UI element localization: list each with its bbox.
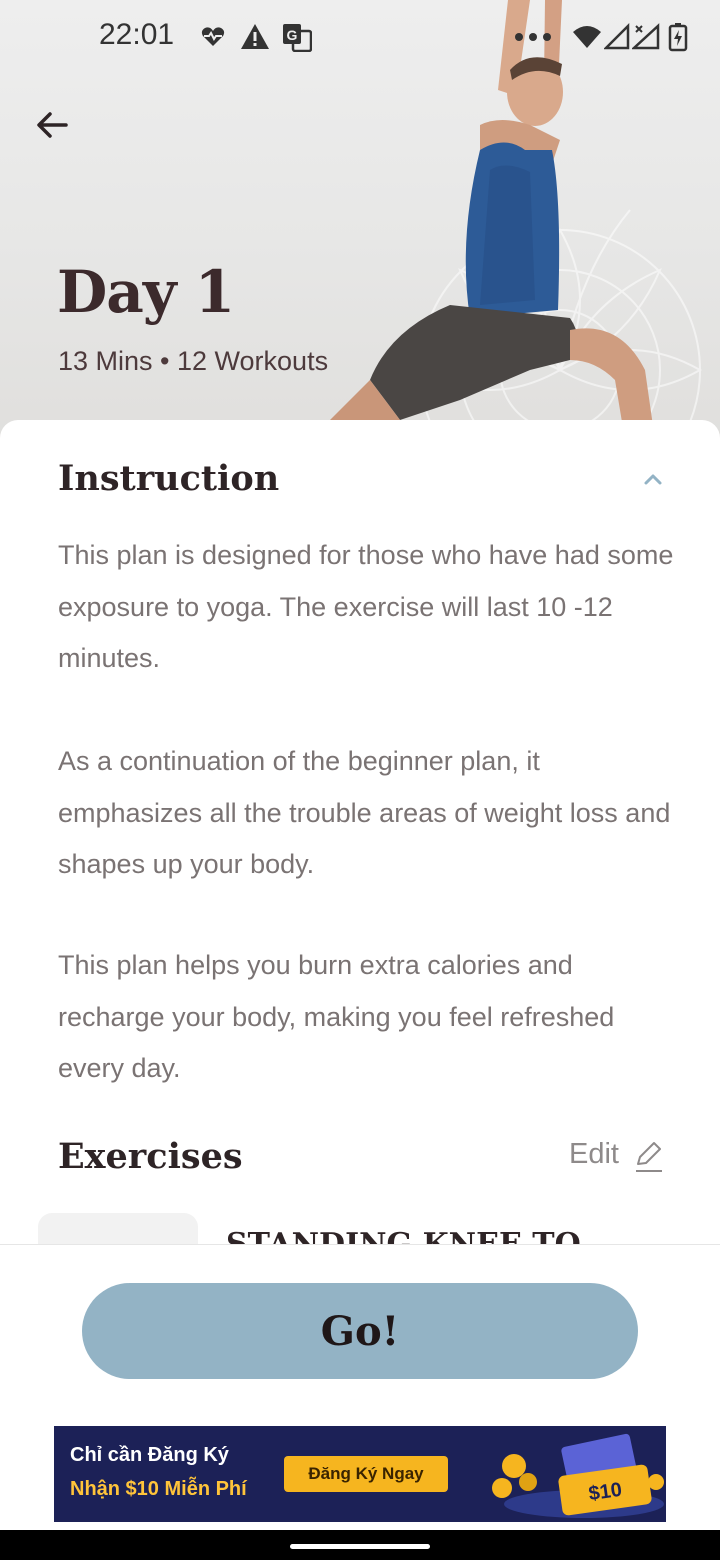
ad-offer: Nhận $10 Miễn Phí [70,1478,247,1500]
plan-summary: 13 Mins • 12 Workouts [58,346,329,376]
status-time: 22:01 [99,18,175,51]
alert-icon [241,24,269,49]
translate-icon: G [283,24,312,52]
more-dots-icon [515,33,551,41]
heart-pulse-icon [201,27,225,46]
status-bar: 22:01 G [0,0,720,76]
ad-banner[interactable]: Chỉ cần Đăng Ký Nhận $10 Miễn Phí Đăng K… [54,1426,666,1522]
chevron-up-icon[interactable] [640,466,666,492]
signal-icon [604,22,630,50]
ad-headline: Chỉ cần Đăng Ký [70,1444,229,1466]
wifi-icon [573,26,601,48]
pencil-icon[interactable] [632,1138,664,1174]
go-button[interactable]: Go! [82,1283,638,1379]
home-handle[interactable] [290,1544,430,1549]
page-title: Day 1 [57,258,235,326]
signal-x-icon [632,23,660,50]
system-nav-bar [0,1530,720,1560]
instruction-paragraph: This plan helps you burn extra calories … [58,950,615,1083]
ad-amount: $10 [587,1479,623,1505]
instruction-paragraph: This plan is designed for those who have… [58,540,674,673]
instruction-paragraph: As a continuation of the beginner plan, … [58,746,671,879]
instruction-heading: Instruction [58,458,280,499]
arrow-left-icon[interactable] [28,100,78,150]
battery-charging-icon [668,23,688,52]
hero-banner: 22:01 G Day 1 13 Mins • 12 Workouts [0,0,720,440]
ad-illustration: $10 [492,1433,664,1518]
exercises-heading: Exercises [58,1136,243,1177]
svg-text:G: G [287,27,298,43]
edit-button[interactable]: Edit [569,1138,619,1171]
ad-cta-button[interactable]: Đăng Ký Ngay [284,1456,448,1492]
